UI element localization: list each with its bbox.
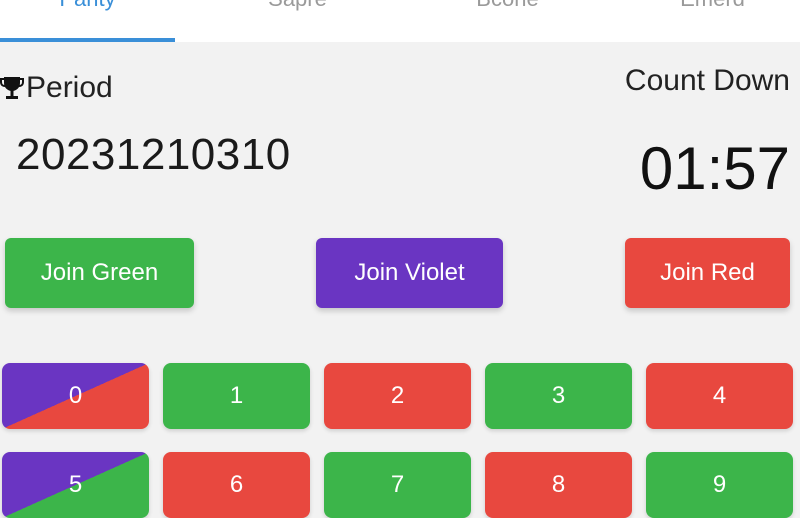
period-label-text: Period [26,71,113,104]
number-button-2[interactable]: 2 [324,363,471,429]
tab-sapre[interactable]: Sapre [210,0,385,42]
join-green-button[interactable]: Join Green [5,238,194,308]
number-button-6[interactable]: 6 [163,452,310,518]
tab-parity[interactable]: Parity [0,0,175,42]
trophy-icon [0,77,24,99]
countdown-label: Count Down [624,64,790,97]
number-button-4[interactable]: 4 [646,363,793,429]
number-button-5[interactable]: 5 [2,452,149,518]
number-button-9[interactable]: 9 [646,452,793,518]
number-button-3[interactable]: 3 [485,363,632,429]
number-button-8[interactable]: 8 [485,452,632,518]
period-number: 20231210310 [16,130,291,179]
number-button-7[interactable]: 7 [324,452,471,518]
join-red-button[interactable]: Join Red [625,238,790,308]
number-button-1[interactable]: 1 [163,363,310,429]
tab-bar: Parity Sapre Bcone Emerd [0,0,800,42]
tab-emerd[interactable]: Emerd [625,0,800,42]
period-label: Period [0,70,113,106]
join-violet-button[interactable]: Join Violet [316,238,503,308]
active-tab-indicator [0,38,175,42]
tab-bcone[interactable]: Bcone [420,0,595,42]
number-button-0[interactable]: 0 [2,363,149,429]
countdown-timer: 01:57 [639,135,790,202]
